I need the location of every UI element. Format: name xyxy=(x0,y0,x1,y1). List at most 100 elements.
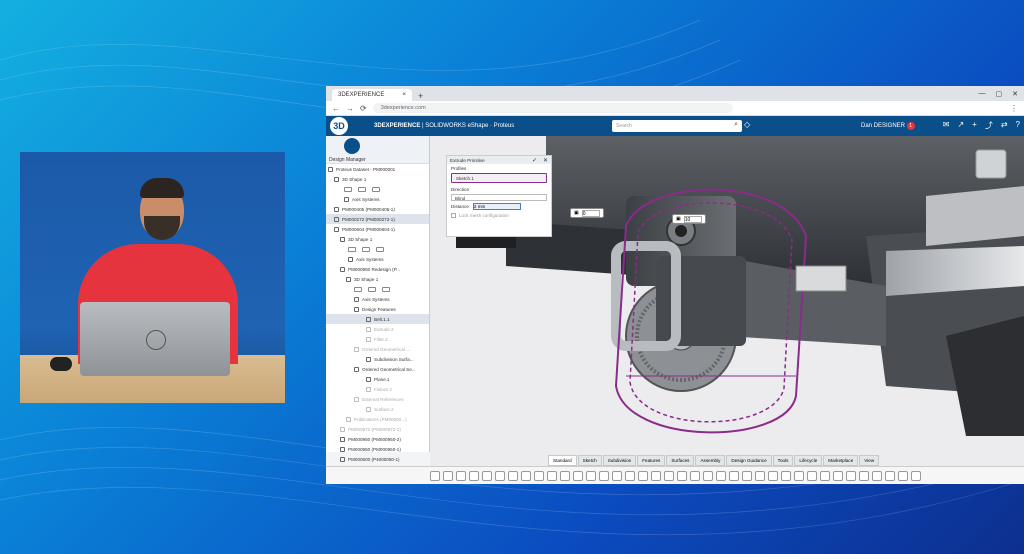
reload-icon[interactable]: ⟳ xyxy=(360,104,367,113)
profile-selector[interactable]: Sketch.1 xyxy=(451,173,547,183)
tree-item[interactable]: Publications (PM00000...) xyxy=(326,414,429,424)
toolbar-tool-icon[interactable] xyxy=(767,470,778,481)
toolbar-tool-icon[interactable] xyxy=(572,470,583,481)
toolbar-tool-icon[interactable] xyxy=(663,470,674,481)
tree-tools-icons[interactable] xyxy=(348,246,384,252)
tree-tools-icons[interactable] xyxy=(354,286,390,292)
toolbar-tool-icon[interactable] xyxy=(481,470,492,481)
tree-item[interactable]: Proteus Dataset - PM000001 xyxy=(326,164,429,174)
toolbar-tool-icon[interactable] xyxy=(429,470,440,481)
back-icon[interactable]: ← xyxy=(332,104,340,113)
toolbar-tool-icon[interactable] xyxy=(845,470,856,481)
toolbar-tool-icon[interactable] xyxy=(676,470,687,481)
tree-item[interactable]: PM000950 Redesign (P... xyxy=(326,264,429,274)
toolbar-tool-icon[interactable] xyxy=(559,470,570,481)
ok-icon[interactable]: ✓ xyxy=(532,157,537,164)
toolbar-tool-icon[interactable] xyxy=(520,470,531,481)
action-tab[interactable]: View xyxy=(859,455,880,466)
add-icon[interactable]: + xyxy=(972,120,977,131)
toolbar-tool-icon[interactable] xyxy=(494,470,505,481)
tool-icon[interactable] xyxy=(368,286,376,292)
toolbar-tool-icon[interactable] xyxy=(910,470,921,481)
share-icon[interactable]: ✉ xyxy=(943,120,950,131)
toolbar-tool-icon[interactable] xyxy=(624,470,635,481)
tool-icon[interactable] xyxy=(372,186,380,192)
tree-item[interactable]: PM000604 (PM000604-1) xyxy=(326,224,429,234)
toolbar-tool-icon[interactable] xyxy=(780,470,791,481)
toolbar-tool-icon[interactable] xyxy=(598,470,609,481)
action-tab[interactable]: Design Guidance xyxy=(726,455,772,466)
action-tab[interactable]: Assembly xyxy=(695,455,726,466)
tab-close-icon[interactable]: × xyxy=(402,92,406,98)
direction-select[interactable]: Blind xyxy=(451,194,547,201)
toolbar-tool-icon[interactable] xyxy=(832,470,843,481)
tree-item[interactable] xyxy=(326,284,429,294)
tree-item[interactable]: PM000500 (P4000050-1) xyxy=(326,454,429,464)
toolbar-tool-icon[interactable] xyxy=(689,470,700,481)
tool-icon[interactable] xyxy=(382,286,390,292)
tree-item[interactable]: Axis Systems xyxy=(326,294,429,304)
viewport-field-a[interactable]: ▣ 0 xyxy=(570,208,604,218)
tool-icon[interactable] xyxy=(348,246,356,252)
toolbar-tool-icon[interactable] xyxy=(455,470,466,481)
toolbar-tool-icon[interactable] xyxy=(806,470,817,481)
tree-item[interactable]: Plane.1 xyxy=(326,374,429,384)
toolbar-tool-icon[interactable] xyxy=(728,470,739,481)
forward-icon[interactable]: → xyxy=(346,104,354,113)
action-tab[interactable]: Surfaces xyxy=(666,455,695,466)
search-input[interactable]: Search ⌕ xyxy=(612,120,742,132)
tree-item[interactable]: External References xyxy=(326,394,429,404)
viewport-field-b[interactable]: ▣ 10 xyxy=(672,214,706,224)
toolbar-tool-icon[interactable] xyxy=(442,470,453,481)
action-tab[interactable]: Sketch xyxy=(577,455,602,466)
toolbar-tool-icon[interactable] xyxy=(793,470,804,481)
tree-tools-icons[interactable] xyxy=(344,186,380,192)
toolbar-tool-icon[interactable] xyxy=(897,470,908,481)
tree-item[interactable] xyxy=(326,184,429,194)
tree-item[interactable]: PM000272 (PM000272-1) xyxy=(326,214,429,224)
tree-item[interactable]: Axis Systems xyxy=(326,194,429,204)
tree-item[interactable]: PM000950 (PM000950-1) xyxy=(326,444,429,454)
tool-icon[interactable] xyxy=(344,186,352,192)
3d-viewport[interactable] xyxy=(326,136,1024,484)
new-tab-button[interactable]: + xyxy=(412,91,429,101)
tree-item[interactable]: Surface.2 xyxy=(326,404,429,414)
lock-mesh-checkbox[interactable] xyxy=(451,213,456,218)
tree-item[interactable]: 3D Shape 1 xyxy=(326,274,429,284)
browser-tab[interactable]: 3DEXPERIENCE × xyxy=(332,89,412,101)
toolbar-tool-icon[interactable] xyxy=(715,470,726,481)
toolbar-tool-icon[interactable] xyxy=(871,470,882,481)
tool-icon[interactable] xyxy=(354,286,362,292)
tree-item[interactable]: PM000972 (PM000972-1) xyxy=(326,424,429,434)
user-name[interactable]: Dan DESIGNER 1 xyxy=(861,122,915,130)
toolbar-tool-icon[interactable] xyxy=(637,470,648,481)
tree-item[interactable]: Ordered Geometrical Se... xyxy=(326,364,429,374)
tool-icon[interactable] xyxy=(362,246,370,252)
lock-mesh-row[interactable]: Lock mesh configuration xyxy=(451,213,547,218)
toolbar-tool-icon[interactable] xyxy=(884,470,895,481)
search-icon[interactable]: ⌕ xyxy=(734,121,738,129)
tree-item[interactable]: 3D Shape 1 xyxy=(326,174,429,184)
action-tab[interactable]: Features xyxy=(637,455,666,466)
action-tab[interactable]: Tools xyxy=(772,455,794,466)
notification-badge[interactable]: 1 xyxy=(906,122,915,130)
toolbar-tool-icon[interactable] xyxy=(819,470,830,481)
action-tab[interactable]: Subdivision xyxy=(602,455,637,466)
close-icon[interactable]: ✕ xyxy=(543,157,548,164)
tree-item[interactable]: Fillet.3 xyxy=(326,334,429,344)
distance-input[interactable] xyxy=(472,203,521,210)
launch-icon[interactable]: ↗ xyxy=(957,120,964,131)
close-window-icon[interactable]: ✕ xyxy=(1012,90,1018,98)
tree-item[interactable]: Extrude.2 xyxy=(326,324,429,334)
tree-item[interactable]: Fixture.2 xyxy=(326,384,429,394)
tree-item[interactable]: PM000950 (PM000950-2) xyxy=(326,434,429,444)
tree-item[interactable]: 3D Shape 1 xyxy=(326,234,429,244)
tree-item[interactable] xyxy=(326,244,429,254)
toolbar-tool-icon[interactable] xyxy=(507,470,518,481)
toolbar-tool-icon[interactable] xyxy=(533,470,544,481)
tag-icon[interactable]: ◇ xyxy=(744,120,750,129)
toolbar-tool-icon[interactable] xyxy=(858,470,869,481)
toolbar-tool-icon[interactable] xyxy=(468,470,479,481)
maximize-icon[interactable]: ▢ xyxy=(996,90,1003,98)
tree-item[interactable]: Subdivision Surfa... xyxy=(326,354,429,364)
